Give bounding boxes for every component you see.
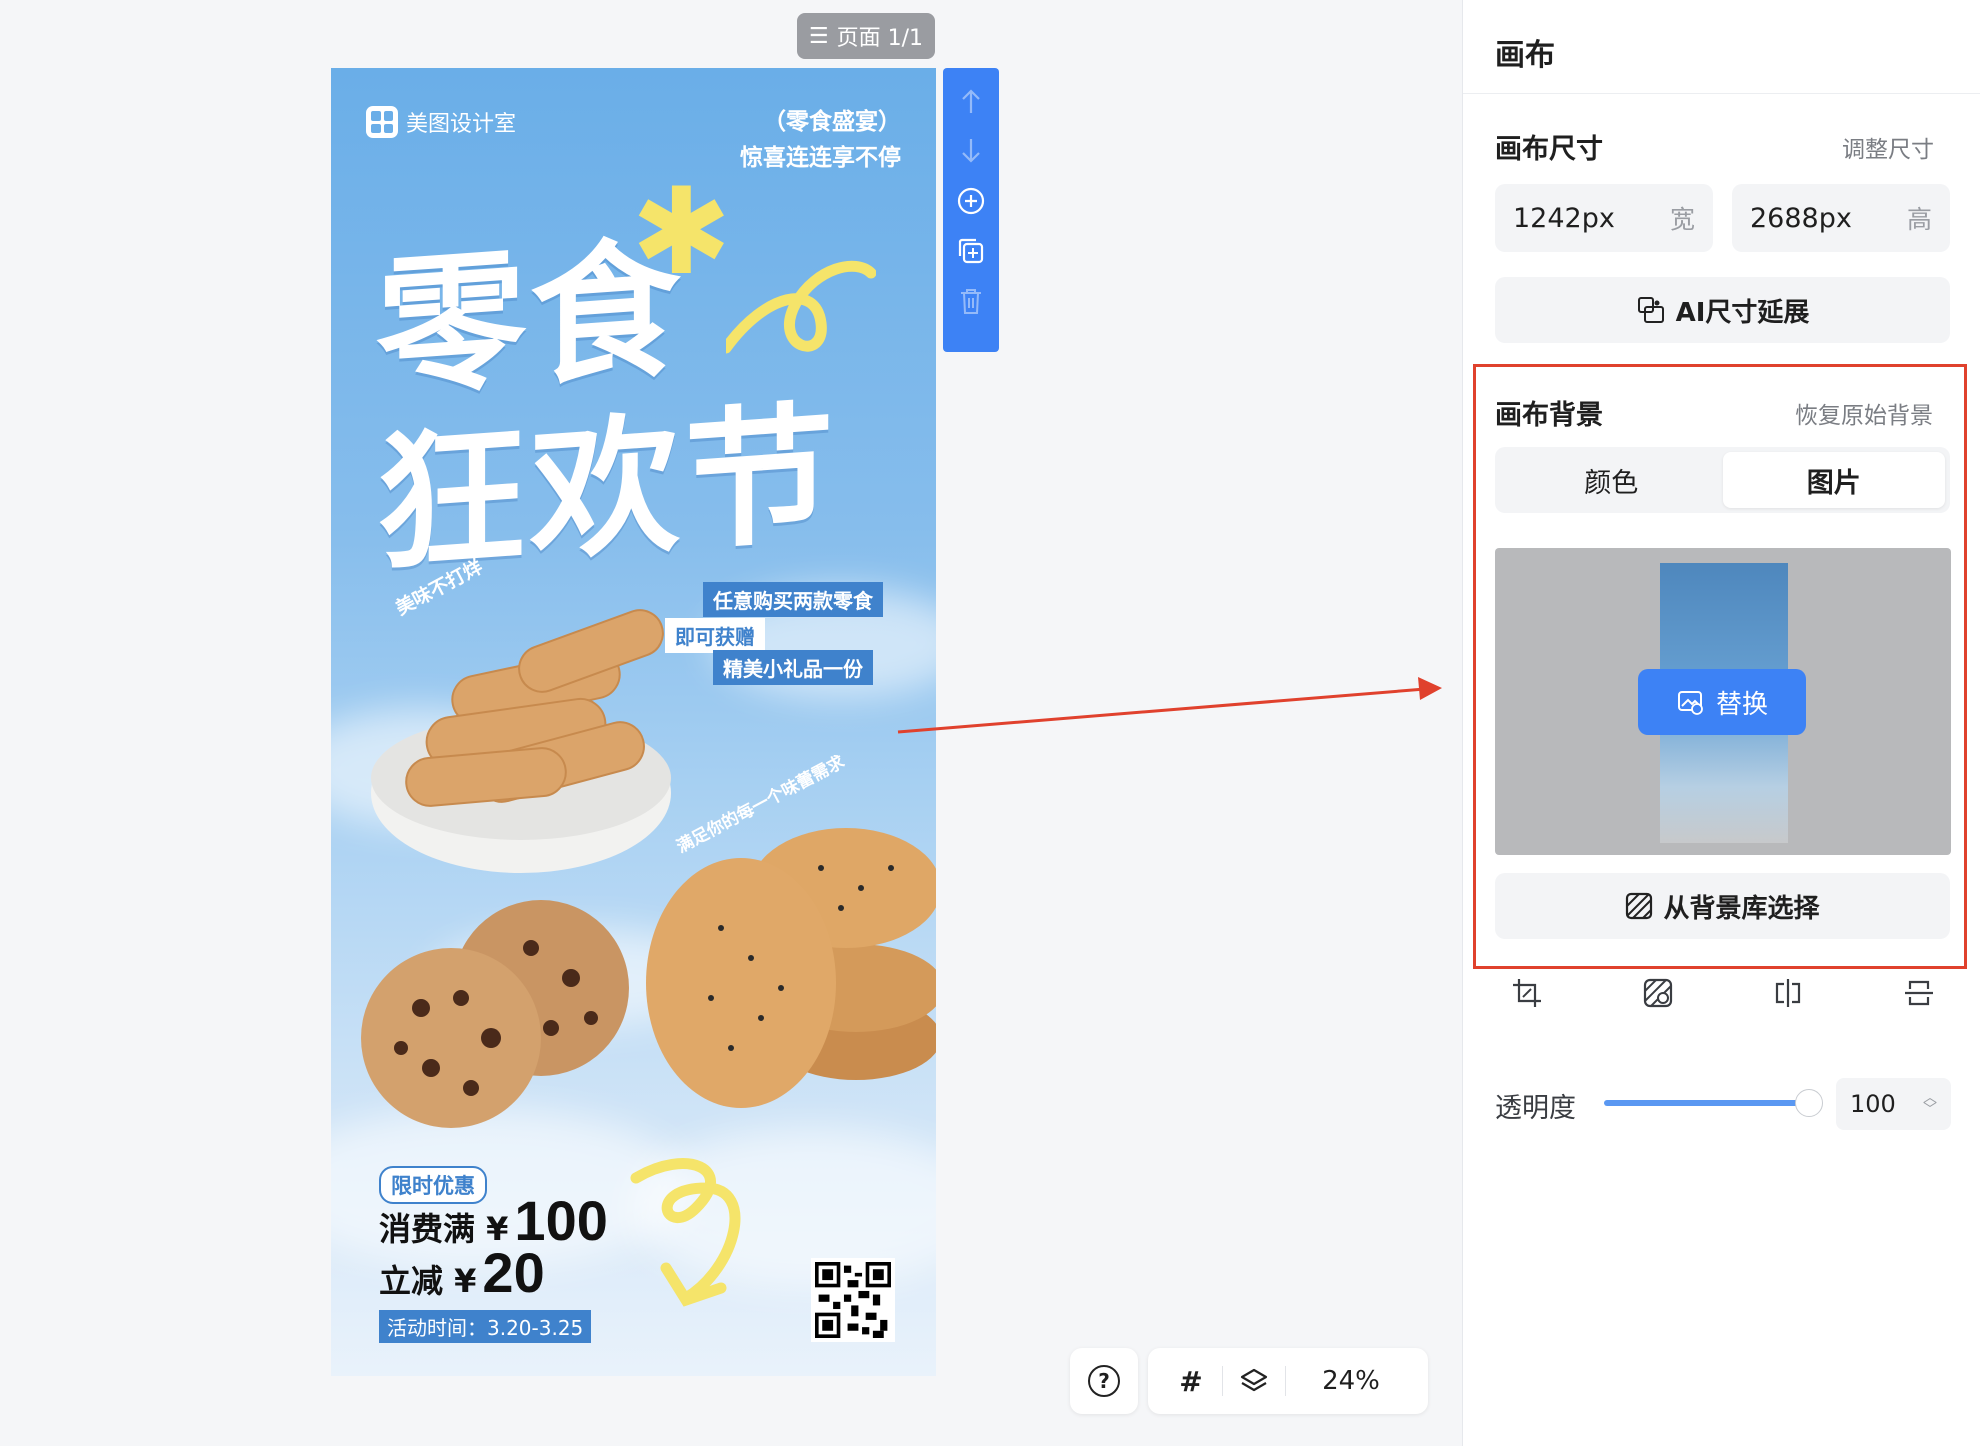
add-page-button[interactable] (951, 176, 991, 226)
qr-code (811, 1258, 895, 1342)
flip-vertical-button[interactable] (1901, 975, 1937, 1011)
opacity-label: 透明度 (1495, 1093, 1576, 1124)
brand-name: 美图设计室 (406, 112, 517, 137)
texture-off-icon (1643, 978, 1672, 1008)
height-value: 2688px (1750, 202, 1852, 234)
ai-size-extend-button[interactable]: AI尺寸延展 (1495, 277, 1950, 343)
arrow-up-icon (962, 89, 980, 113)
remove-texture-button[interactable] (1640, 975, 1676, 1011)
flip-horizontal-button[interactable] (1770, 975, 1806, 1011)
poster-top-right-text: （零食盛宴） 惊喜连连享不停 (740, 104, 901, 176)
headline-line2: 狂欢节 (376, 386, 839, 594)
curly-arrow-decoration (630, 1158, 741, 1307)
promo-discount-prefix: 立减 ¥ (379, 1262, 477, 1300)
height-unit: 高 (1906, 205, 1932, 234)
list-icon: ☰ (808, 23, 829, 49)
ai-extend-icon (1637, 297, 1664, 323)
crop-button[interactable] (1509, 975, 1545, 1011)
promo-tag-1: 任意购买两款零食 (703, 582, 883, 617)
asterisk-decoration: ✱ (631, 163, 732, 302)
poster-brand: 美图设计室 (366, 106, 516, 138)
sesame-cookies-image (646, 828, 936, 1108)
add-page-icon (957, 187, 985, 215)
highlight-box (1473, 364, 1967, 969)
delete-page-button[interactable] (951, 276, 991, 326)
duplicate-page-icon (958, 238, 984, 264)
layers-icon (1240, 1368, 1268, 1392)
grid-icon: # (1179, 1364, 1203, 1398)
flip-vertical-icon (1904, 980, 1933, 1006)
top-right-line2: 惊喜连连享不停 (740, 145, 901, 171)
promo-date: 活动时间：3.20-3.25 (379, 1310, 592, 1343)
move-up-button[interactable] (951, 76, 991, 126)
page-actions-toolbar (943, 68, 999, 352)
width-value: 1242px (1513, 202, 1615, 234)
height-field[interactable]: 2688px 高 (1732, 184, 1950, 252)
stepper-icon[interactable]: ︿ ﹀ (1923, 1091, 1937, 1117)
opacity-input[interactable]: 100 ︿ ﹀ (1836, 1078, 1951, 1130)
promo-tag-3: 精美小礼品一份 (713, 650, 873, 685)
bg-tools-row (1495, 975, 1951, 1011)
help-icon: ? (1088, 1365, 1120, 1397)
promo-discount-line: 立减 ¥ 20 (379, 1240, 545, 1305)
biscuit-bowl-image (371, 609, 671, 873)
crop-icon (1513, 979, 1541, 1007)
help-button[interactable]: ? (1070, 1348, 1138, 1414)
page-indicator-label: 页面 1/1 (836, 26, 924, 51)
promo-discount-value: 20 (482, 1241, 545, 1304)
page-indicator[interactable]: ☰ 页面 1/1 (797, 13, 935, 59)
top-right-line1: （零食盛宴） (763, 109, 901, 135)
panel-title: 画布 (1495, 38, 1555, 73)
poster-canvas[interactable]: 美图设计室 （零食盛宴） 惊喜连连享不停 零食 ✱ 狂欢节 美味不打烊 任意购买… (331, 68, 936, 1376)
flip-horizontal-icon (1776, 979, 1801, 1007)
opacity-value: 100 (1850, 1090, 1896, 1118)
canvas-workspace: ☰ 页面 1/1 美图设计室 （零食盛宴） 惊喜连连享不停 零食 ✱ 狂欢节 美… (0, 0, 1462, 1446)
ai-extend-label: AI尺寸延展 (1675, 297, 1810, 328)
brand-logo (366, 106, 398, 138)
adjust-size-link[interactable]: 调整尺寸 (1842, 130, 1934, 164)
width-unit: 宽 (1669, 205, 1695, 234)
canvas-size-label: 画布尺寸 (1495, 134, 1603, 165)
duplicate-page-button[interactable] (951, 226, 991, 276)
grid-toggle-button[interactable]: # (1160, 1365, 1222, 1398)
move-down-button[interactable] (951, 126, 991, 176)
opacity-slider-thumb[interactable] (1795, 1089, 1823, 1117)
chocolate-cookies-image (361, 900, 629, 1128)
arrow-down-icon (962, 139, 980, 163)
opacity-slider-track[interactable] (1604, 1100, 1814, 1106)
zoom-level[interactable]: 24% (1286, 1366, 1416, 1396)
width-field[interactable]: 1242px 宽 (1495, 184, 1713, 252)
layers-button[interactable] (1223, 1366, 1285, 1396)
bottom-toolbar: # 24% (1148, 1348, 1428, 1414)
delete-icon (961, 289, 981, 314)
